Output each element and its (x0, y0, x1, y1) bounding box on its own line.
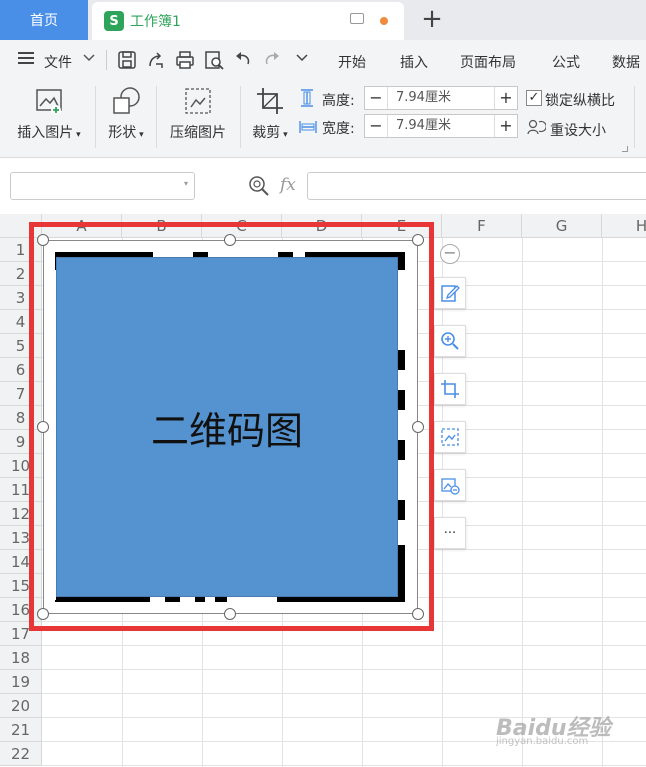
insert-picture-label: 插入图片 (17, 125, 74, 141)
lock-ratio-label: 锁定纵横比 (545, 93, 615, 109)
row-header[interactable]: 20 (0, 694, 42, 718)
menu-insert[interactable]: 插入 (400, 52, 428, 72)
ribbon: 插入图片 ▾ 形状 ▾ 压缩图片 裁剪 ▾ 高度: − 7.94厘米 + 宽度:… (0, 80, 646, 158)
crop-icon[interactable] (434, 373, 466, 405)
reset-size-icon[interactable] (526, 118, 547, 140)
reset-size-button[interactable]: 重设大小 (550, 120, 606, 140)
width-decrease-button[interactable]: − (365, 115, 387, 137)
width-increase-button[interactable]: + (495, 115, 517, 137)
shape-button[interactable]: 形状 ▾ (104, 86, 148, 142)
ribbon-expand-icon[interactable] (622, 146, 628, 152)
tab-home-label: 首页 (30, 13, 58, 29)
row-header[interactable]: 21 (0, 718, 42, 742)
row-gridline (42, 645, 646, 646)
monitor-icon[interactable] (350, 13, 364, 24)
find-function-icon[interactable] (248, 175, 270, 201)
minus-icon[interactable]: − (440, 244, 460, 264)
tab-workbook-label: 工作簿1 (130, 14, 181, 30)
column-header-f[interactable]: F (442, 214, 522, 238)
replace-picture-icon[interactable] (434, 469, 466, 501)
row-header[interactable]: 18 (0, 646, 42, 670)
lock-ratio-checkbox[interactable]: ✓ (526, 90, 542, 106)
menu-bar: 文件 开始 插入 页面布局 公式 数据 (0, 40, 646, 80)
menu-data[interactable]: 数据 (612, 52, 640, 72)
column-header-g[interactable]: G (522, 214, 602, 238)
highlight-box (29, 222, 434, 631)
compress-picture-button[interactable]: 压缩图片 (166, 86, 230, 142)
new-tab-button[interactable]: + (420, 4, 444, 36)
picture-icon[interactable] (434, 421, 466, 453)
tab-bar: 首页 S 工作簿1 + (0, 0, 646, 40)
zoom-icon[interactable] (434, 325, 466, 357)
height-increase-button[interactable]: + (495, 87, 517, 109)
crop-button[interactable]: 裁剪 ▾ (248, 86, 292, 142)
unsaved-dot-icon (380, 17, 388, 25)
height-icon (298, 88, 316, 112)
watermark-url: jingyan.baidu.com (496, 736, 589, 747)
export-icon[interactable] (146, 50, 166, 74)
width-icon (298, 118, 318, 140)
width-label: 宽度: (322, 121, 355, 137)
quick-access-dropdown-icon[interactable] (294, 50, 310, 70)
print-icon[interactable] (175, 50, 195, 74)
more-label: ··· (443, 525, 457, 541)
compress-picture-label: 压缩图片 (170, 125, 226, 141)
crop-label: 裁剪 (252, 125, 281, 141)
hamburger-menu-icon[interactable] (18, 51, 36, 69)
row-header[interactable]: 19 (0, 670, 42, 694)
name-box-dropdown-icon[interactable]: ▾ (184, 179, 188, 188)
menu-formulas[interactable]: 公式 (552, 52, 580, 72)
menu-file[interactable]: 文件 (44, 52, 72, 72)
menu-page-layout[interactable]: 页面布局 (460, 52, 516, 72)
name-box[interactable]: ▾ (10, 172, 195, 200)
shape-icon (113, 87, 140, 114)
height-value[interactable]: 7.94厘米 (387, 87, 495, 109)
insert-picture-button[interactable]: 插入图片 ▾ (14, 86, 84, 142)
height-decrease-button[interactable]: − (365, 87, 387, 109)
compress-picture-icon (185, 88, 211, 114)
row-gridline (42, 693, 646, 694)
chevron-down-icon[interactable] (82, 50, 96, 68)
insert-picture-icon (36, 89, 62, 115)
row-gridline (42, 765, 646, 766)
tab-workbook[interactable]: S 工作簿1 (92, 2, 404, 40)
more-icon[interactable]: ··· (434, 517, 466, 549)
fx-label[interactable]: fx (280, 175, 296, 195)
row-header[interactable]: 22 (0, 742, 42, 766)
shape-label: 形状 (108, 125, 137, 141)
menu-home[interactable]: 开始 (338, 52, 366, 72)
width-field[interactable]: − 7.94厘米 + (364, 114, 518, 138)
redo-icon[interactable] (262, 50, 282, 74)
height-label: 高度: (322, 93, 355, 109)
height-field[interactable]: − 7.94厘米 + (364, 86, 518, 110)
crop-icon (257, 88, 283, 114)
tab-home[interactable]: 首页 (0, 0, 88, 40)
save-icon[interactable] (117, 50, 137, 74)
spreadsheet-logo-icon: S (104, 11, 124, 31)
width-value[interactable]: 7.94厘米 (387, 115, 495, 137)
row-gridline (42, 669, 646, 670)
formula-input[interactable] (307, 172, 646, 200)
print-preview-icon[interactable] (204, 50, 224, 74)
column-header-h[interactable]: H (602, 214, 646, 238)
undo-icon[interactable] (233, 50, 253, 74)
edit-icon[interactable] (434, 277, 466, 309)
